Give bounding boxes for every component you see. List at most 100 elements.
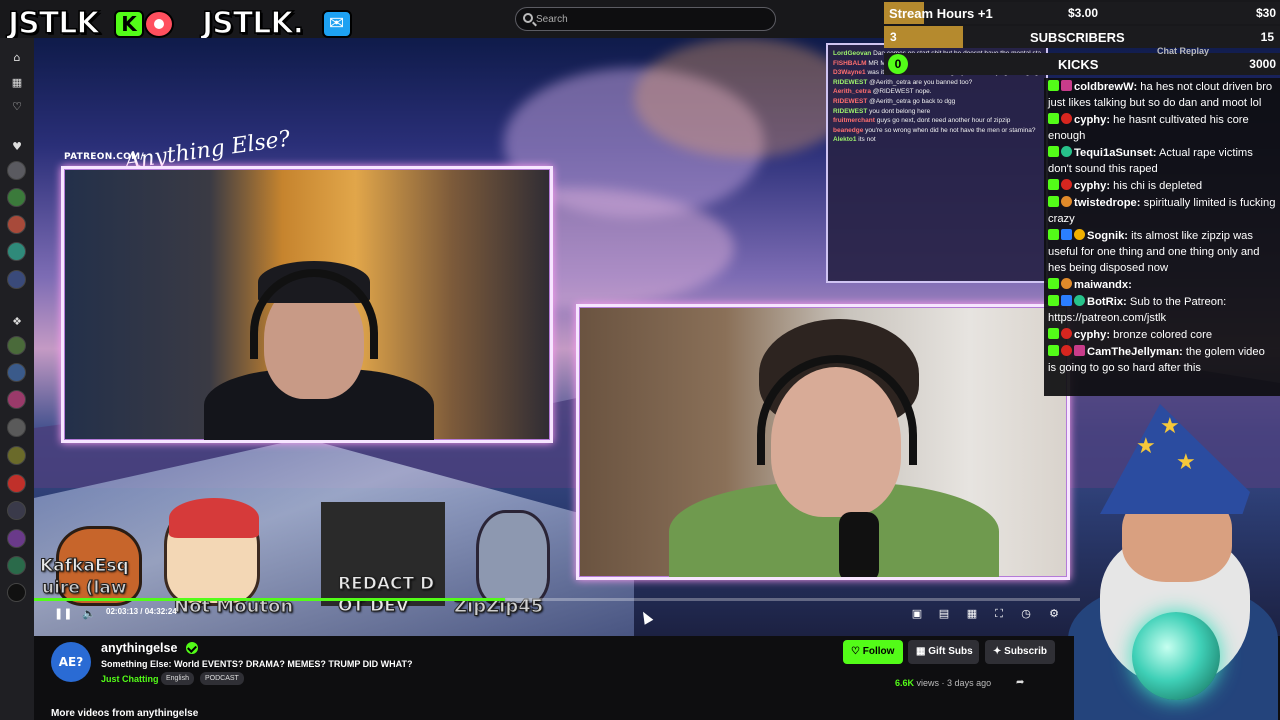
recommended-icon: ❖ — [12, 315, 22, 328]
chat-badge-icon — [1048, 328, 1059, 339]
category-link[interactable]: Just Chatting — [101, 674, 159, 684]
goal-subscribers-count: 3 — [890, 30, 897, 44]
progress-fill — [34, 598, 505, 601]
embedded-chat-user: RIDEWEST — [833, 97, 868, 105]
chat-username[interactable]: BotRix: — [1087, 296, 1127, 308]
chat-message: cyphy: he hasnt cultivated his core enou… — [1048, 112, 1276, 144]
channel-name[interactable]: anythingelse — [101, 641, 177, 655]
channel-avatar-7[interactable] — [7, 363, 26, 382]
stream-goals-overlay: Stream Hours +1 $3.00 $30 3 SUBSCRIBERS … — [884, 2, 1280, 78]
chat-badge-icon — [1061, 196, 1072, 207]
view-count: 6.6K views · 3 days ago — [895, 678, 992, 688]
channel-avatar-13[interactable] — [7, 529, 26, 548]
chat-badge-icon — [1048, 295, 1059, 306]
fullscreen-icon[interactable]: ⛶ — [993, 608, 1005, 620]
share-icon[interactable]: ➦ — [1016, 677, 1024, 688]
channel-avatar-8[interactable] — [7, 390, 26, 409]
speed-icon[interactable]: ◷ — [1020, 608, 1032, 620]
tag-podcast[interactable]: PODCAST — [200, 672, 244, 685]
chat-username[interactable]: Tequi1aSunset: — [1074, 147, 1156, 159]
channel-avatar-4[interactable] — [7, 242, 26, 261]
guest-name-3-line1: REDACT D — [337, 574, 435, 595]
subscribe-button[interactable]: ✦ Subscrib — [985, 640, 1055, 664]
heart-icon[interactable]: ♥ — [11, 141, 23, 153]
home-icon[interactable]: ⌂ — [11, 52, 23, 64]
gift-subs-button[interactable]: ▦ Gift Subs — [908, 640, 979, 664]
theater-mode-icon[interactable]: ▤ — [938, 608, 950, 620]
embedded-chat-line: RIDEWEST @Aerith_cetra go back to dgg — [833, 97, 1041, 107]
embedded-chat-user: D3Wayne1 — [833, 69, 866, 77]
microphone — [839, 512, 879, 577]
chat-badge-icon — [1048, 80, 1059, 91]
channel-avatar-6[interactable] — [7, 336, 26, 355]
settings-icon[interactable]: ⚙ — [1048, 608, 1060, 620]
goal-kicks-target: 3000 — [1249, 57, 1276, 71]
channel-avatar-9[interactable] — [7, 418, 26, 437]
chat-username[interactable]: Sognik: — [1087, 230, 1128, 242]
embedded-chat-line: Aerith_cetra @RIDEWEST nope. — [833, 87, 1041, 97]
more-videos-heading: More videos from anythingelse — [51, 708, 199, 719]
stream-title: Something Else: World EVENTS? DRAMA? MEM… — [101, 659, 413, 669]
channel-avatar-15[interactable] — [7, 583, 26, 602]
channel-avatar-1[interactable] — [7, 161, 26, 180]
browse-icon[interactable]: ▦ — [11, 77, 23, 89]
embedded-chat-text: @Aerith_cetra go back to dgg — [867, 97, 956, 105]
chat-badge-icon — [1074, 229, 1085, 240]
tag-language[interactable]: English — [161, 672, 194, 685]
chat-badge-icon — [1061, 345, 1072, 356]
chat-badge-icon — [1048, 278, 1059, 289]
channel-avatar-14[interactable] — [7, 556, 26, 575]
embedded-chat-user: Alekto1 — [833, 136, 857, 144]
follow-button[interactable]: ♡ Follow — [843, 640, 903, 664]
goal-subscribers-target: 15 — [1260, 30, 1274, 44]
search-input[interactable] — [536, 11, 766, 27]
channel-avatar-2[interactable] — [7, 188, 26, 207]
left-sidebar: ⌂ ▦ ♡ ♥ ❖ — [0, 38, 34, 720]
player-controls: ❚❚ 🔈 02:03:13 / 04:32:24 ▣ ▤ ▦ ⛶ ◷ ⚙ — [34, 598, 1080, 628]
following-icon[interactable]: ♡ — [11, 101, 23, 113]
pause-icon[interactable]: ❚❚ — [54, 608, 72, 620]
channel-avatar-10[interactable] — [7, 446, 26, 465]
channel-avatar[interactable]: AE? — [51, 642, 91, 682]
search-bar[interactable] — [515, 7, 776, 31]
embedded-chat-user: LordGeovan — [833, 50, 872, 57]
volume-icon[interactable]: 🔈 — [82, 608, 96, 620]
clip-icon[interactable]: ▦ — [966, 608, 978, 620]
chat-username[interactable]: cyphy: — [1074, 329, 1110, 341]
embedded-chat-text: guys go next, dont need another hour of … — [874, 117, 1011, 125]
chat-replay-label: Chat Replay — [1157, 46, 1210, 56]
channel-avatar-12[interactable] — [7, 501, 26, 520]
record-icon — [144, 10, 174, 38]
chat-message: cyphy: his chi is depleted — [1048, 178, 1276, 194]
chat-username[interactable]: cyphy: — [1074, 114, 1110, 126]
chat-username[interactable]: coldbrewW: — [1074, 81, 1137, 93]
channel-avatar-5[interactable] — [7, 270, 26, 289]
chat-text: his chi is depleted — [1110, 180, 1203, 192]
chat-username[interactable]: twistedrope: — [1074, 197, 1141, 209]
chat-username[interactable]: CamTheJellyman: — [1087, 346, 1183, 358]
embedded-chat-text: @RIDEWEST nope. — [870, 88, 932, 96]
brand-logo-primary[interactable]: JSTLK — [7, 5, 100, 42]
embedded-chat-line: Alekto1 its not — [833, 135, 1041, 145]
chat-badge-icon — [1074, 295, 1085, 306]
channel-avatar-11[interactable] — [7, 474, 26, 493]
pip-icon[interactable]: ▣ — [911, 608, 923, 620]
chat-text: bronze colored core — [1110, 329, 1213, 341]
subscribe-label: Subscrib — [1004, 646, 1047, 657]
embedded-chat-line: RIDEWEST @Aerith_cetra are you banned to… — [833, 78, 1041, 88]
channel-avatar-3[interactable] — [7, 215, 26, 234]
embedded-chat-overlay: LordGeovan Dan comes on start shit but h… — [826, 43, 1048, 283]
chat-badge-icon — [1048, 179, 1059, 190]
star-icon: ★ — [1160, 414, 1180, 439]
chat-badge-icon — [1061, 278, 1072, 289]
chat-username[interactable]: maiwandx: — [1074, 279, 1132, 291]
star-icon: ★ — [1136, 434, 1156, 459]
santa-hat — [169, 498, 259, 538]
goal-stream-hours-label: Stream Hours +1 — [889, 6, 993, 21]
chat-username[interactable]: cyphy: — [1074, 180, 1110, 192]
progress-bar[interactable] — [34, 598, 1080, 601]
goal-stream-hours-target: $30 — [1255, 6, 1276, 20]
chat-badge-icon — [1048, 146, 1059, 157]
embedded-chat-line: fruitmerchant guys go next, dont need an… — [833, 116, 1041, 126]
background-cloud — [634, 38, 854, 158]
